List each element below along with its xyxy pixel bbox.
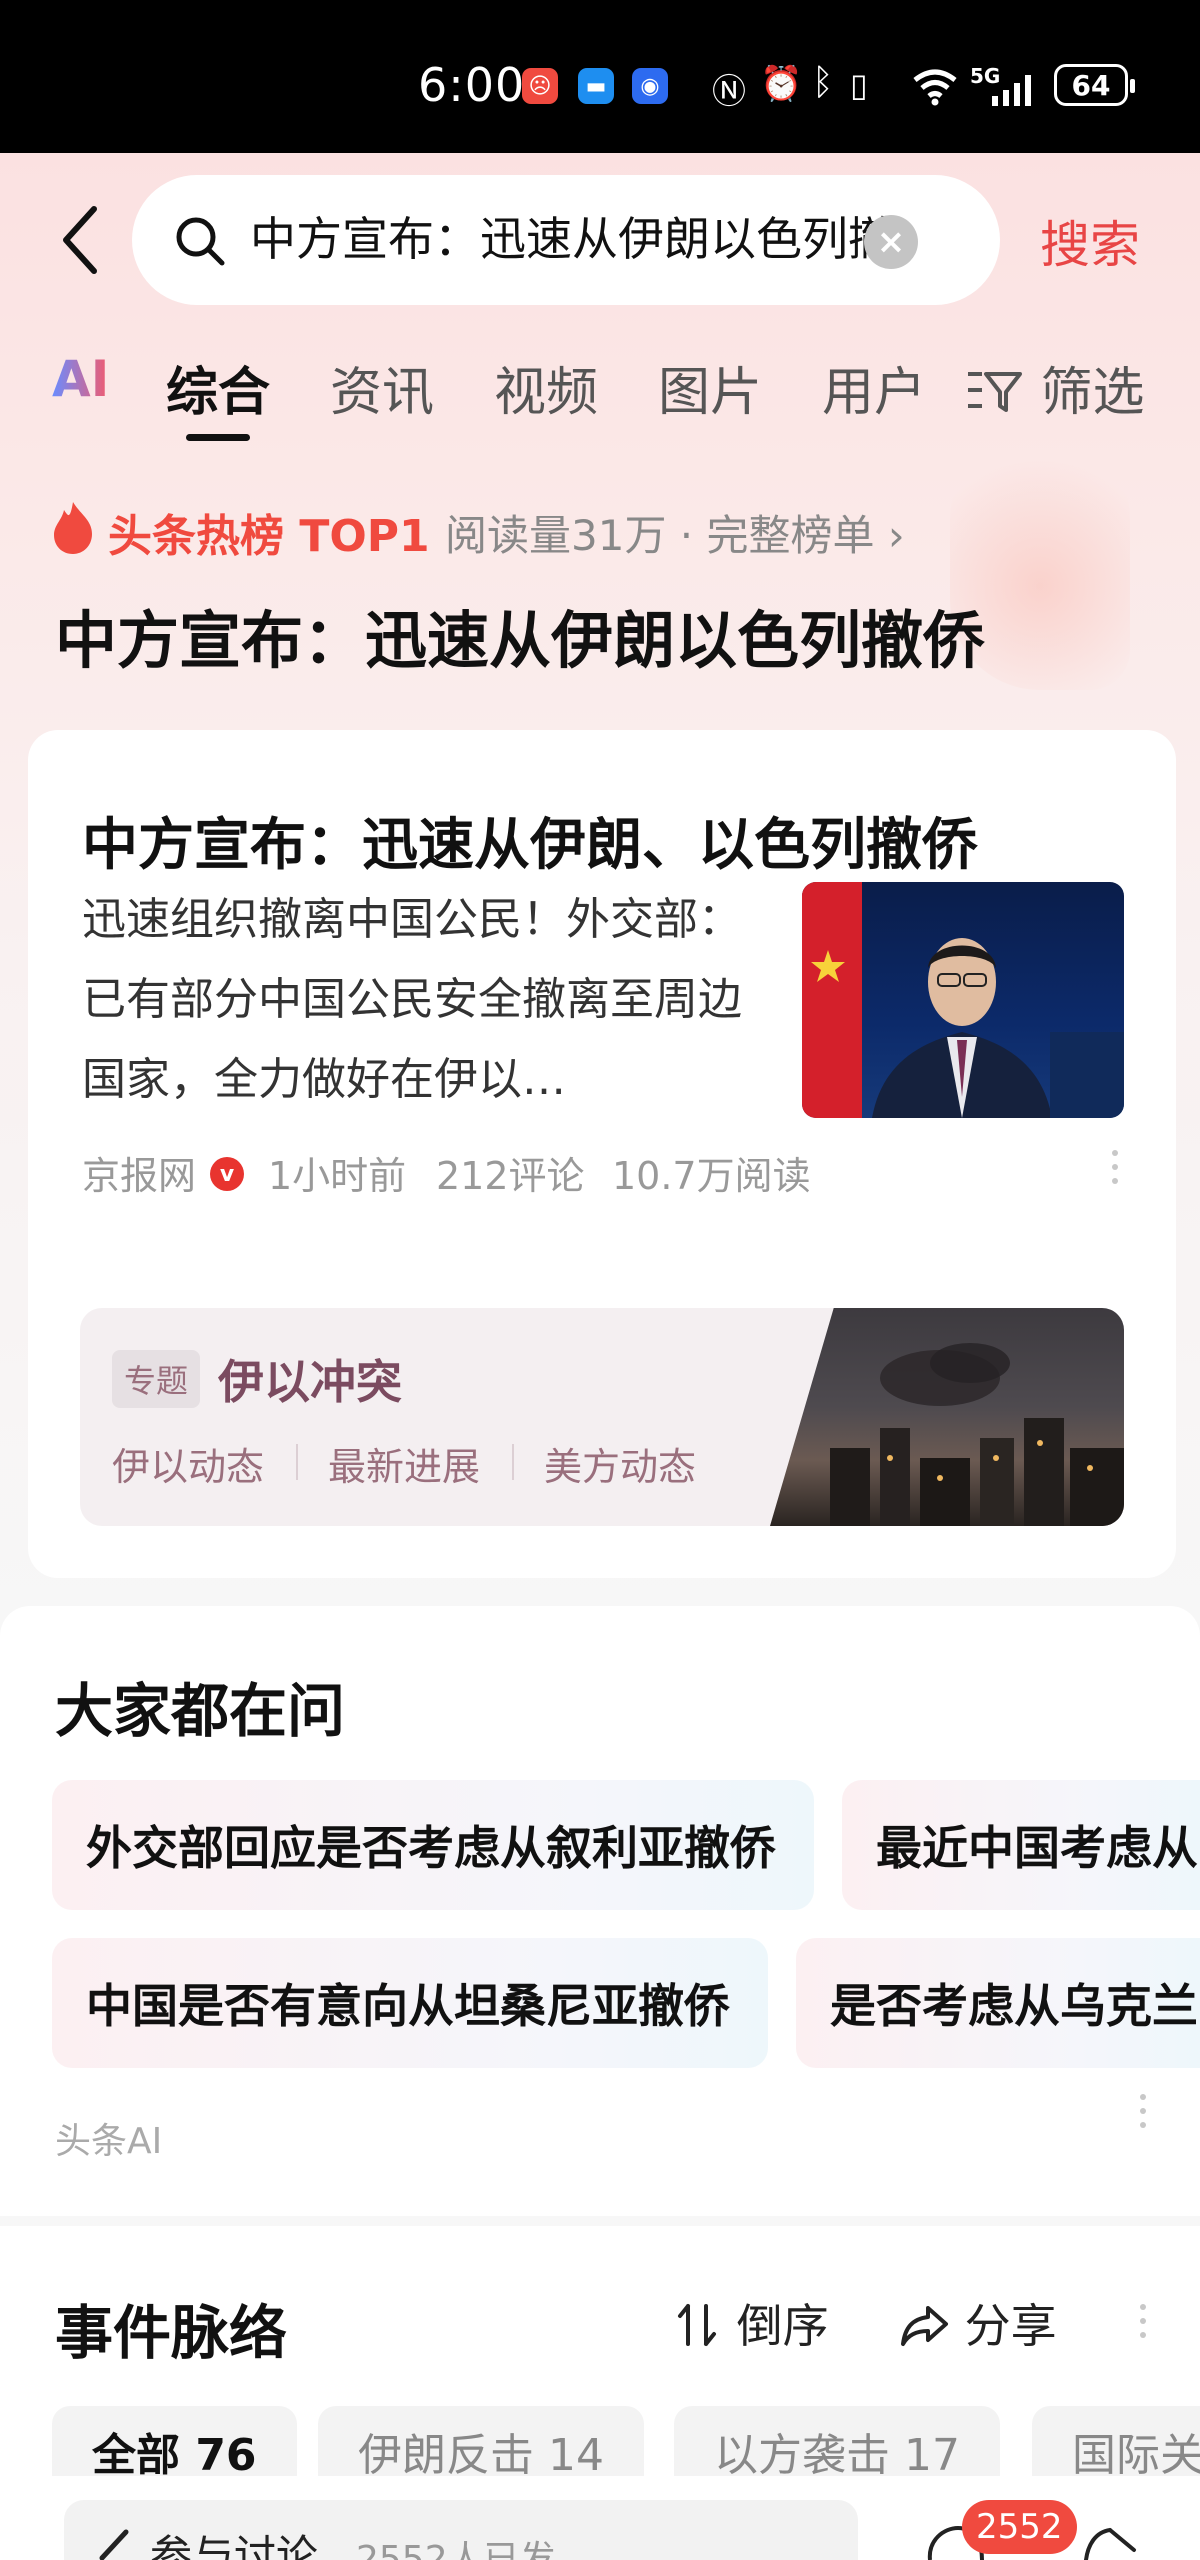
pen-icon [99,2529,129,2560]
toutiao-ai-label: 头条AI [55,2121,163,2162]
timeline-title: 事件脉络 [55,2299,288,2367]
clear-icon[interactable]: × [864,215,918,269]
topic-link-latest[interactable]: 最新进展 [328,1436,480,1491]
hot-list-banner[interactable]: 头条热榜 TOP1 阅读量31万 · 完整榜单 › [50,500,1150,563]
topic-title[interactable]: 伊以冲突 [218,1346,402,1412]
ask-section-title: 大家都在问 [55,1677,346,1745]
topic-tag: 专题 [112,1350,201,1408]
search-icon [176,217,225,266]
back-button[interactable] [50,205,110,275]
question-chip[interactable]: 外交部回应是否考虑从叙利亚撤侨 [52,1780,814,1910]
nfc-icon: Ⓝ [712,72,746,112]
search-input[interactable]: 中方宣布：迅速从伊朗以色列撤侨 × [132,175,1000,305]
question-chip[interactable]: 中国是否有意向从坦桑尼亚撤侨 [52,1938,768,2068]
search-query-text[interactable]: 中方宣布：迅速从伊朗以色列撤侨 [250,209,900,269]
discussion-label: 参与讨论 [150,2531,319,2560]
app-notification-icon: ☹ [522,68,558,104]
flame-icon [54,502,92,554]
status-time: 6:00 [418,58,526,112]
sort-label: 倒序 [736,2299,829,2353]
article-title[interactable]: 中方宣布：迅速从伊朗、以色列撤侨 [82,800,978,881]
ask-more-icon[interactable] [1140,2094,1148,2128]
verified-badge: v [210,1157,244,1191]
article-time: 1小时前 [268,1154,407,1198]
spokesperson-photo [802,882,1124,1118]
hot-headline[interactable]: 中方宣布：迅速从伊朗以色列撤侨 [55,590,985,680]
topic-box[interactable]: 专题 伊以冲突 伊以动态 最新进展 美方动态 [80,1308,1124,1526]
tab-video[interactable]: 视频 [494,350,598,425]
topic-link-conflict-news[interactable]: 伊以动态 [112,1436,264,1491]
battery-indicator: 64 [1054,64,1135,106]
tab-users[interactable]: 用户 [822,350,926,425]
question-chip[interactable]: 最近中国考虑从 [842,1780,1200,1910]
topic-image [770,1308,1124,1526]
tab-ai[interactable]: AI [52,350,109,408]
sort-icon [678,2304,716,2346]
tab-images[interactable]: 图片 [658,350,762,425]
filter-icon [968,372,1022,412]
city-night-image [830,1343,1124,1526]
article-meta: 京报网 v 1小时前 212评论 10.7万阅读 [82,1145,1142,1201]
bluetooth-icon: ᛒ [812,62,834,103]
signal-icon [992,75,1031,106]
tab-news[interactable]: 资讯 [330,350,434,425]
share-arrow-icon[interactable] [1080,2520,1140,2560]
article-source[interactable]: 京报网 [82,1145,196,1200]
article-summary[interactable]: 迅速组织撤离中国公民！外交部：已有部分中国公民安全撤离至周边国家，全力做好在伊以… [82,880,742,1120]
share-icon [901,2306,948,2346]
app-notification-icon-2: ◉ [632,68,668,104]
vibrate-icon: ▯ [850,66,868,104]
article-reads: 10.7万阅读 [612,1154,811,1198]
back-arrow-icon [63,206,97,274]
hot-list-meta[interactable]: 阅读量31万 · 完整榜单 › [445,502,905,563]
topic-divider [512,1444,514,1480]
filter-label: 筛选 [1040,363,1145,423]
filter-button[interactable]: 筛选 [966,350,1145,425]
search-button[interactable]: 搜索 [1040,205,1140,277]
article-more-icon[interactable] [1112,1150,1120,1184]
discussion-count: 2552人已发 [356,2539,556,2560]
search-tabs: AI 综合 资讯 视频 图片 用户 筛选 [0,350,1200,440]
article-comments: 212评论 [436,1154,585,1198]
topic-divider [296,1444,298,1480]
tab-general[interactable]: 综合 [166,350,270,425]
wifi-icon [913,69,957,106]
topic-link-us[interactable]: 美方动态 [544,1436,696,1491]
hot-list-label: 头条热榜 TOP1 [108,511,430,562]
battery-level: 64 [1071,68,1111,102]
alarm-icon: ⏰ [760,64,803,104]
status-bar: 6:00 ☹ ▬ ◉ Ⓝ ⏰ ᛒ ▯ 5G 64 [0,0,1200,153]
share-button[interactable]: 分享 [900,2290,1057,2356]
active-tab-indicator [186,434,250,441]
message-notification-icon: ▬ [578,68,614,104]
share-label: 分享 [964,2299,1057,2353]
question-chip[interactable]: 是否考虑从乌克兰 [796,1938,1200,2068]
article-thumbnail[interactable] [802,882,1124,1118]
sort-button[interactable]: 倒序 [676,2290,829,2356]
comment-count-badge: 2552 [962,2500,1077,2554]
timeline-more-icon[interactable] [1140,2304,1148,2338]
